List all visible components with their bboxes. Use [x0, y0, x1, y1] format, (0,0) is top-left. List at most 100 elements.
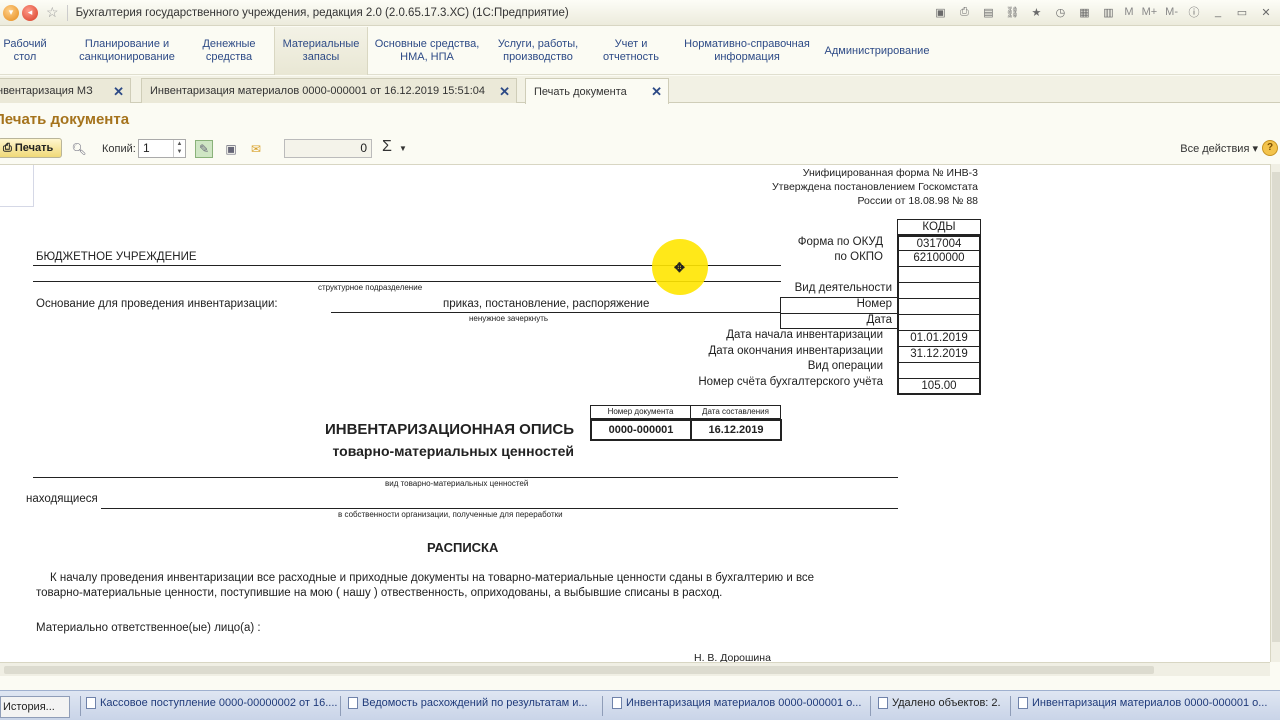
history-button[interactable]: История...	[0, 696, 70, 718]
activity-value	[897, 283, 981, 299]
tab-inventory-document[interactable]: Инвентаризация материалов 0000-000001 от…	[141, 78, 517, 103]
memory-minus-button[interactable]: M-	[1165, 6, 1178, 18]
receipt-title: РАСПИСКА	[427, 540, 499, 555]
document-title: ИНВЕНТАРИЗАЦИОННАЯ ОПИСЬ	[324, 421, 574, 438]
taskbar-separator	[1010, 696, 1011, 716]
favorites-icon[interactable]: ★	[1028, 4, 1044, 20]
favorites-star-icon[interactable]: ☆	[46, 4, 59, 21]
tab-label: нвентаризация МЗ	[0, 85, 93, 97]
close-tab-icon[interactable]: ✕	[651, 84, 662, 100]
document-icon	[1018, 697, 1028, 709]
account-value: 105.00	[897, 379, 981, 395]
section-fixed-assets[interactable]: Основные средства, НМА, НПА	[372, 27, 482, 75]
tab-label: Печать документа	[534, 85, 627, 98]
save-icon[interactable]: ▣	[932, 4, 948, 20]
link-icon[interactable]: ⛓	[1004, 4, 1020, 20]
copies-spinner[interactable]: ▲ ▼	[173, 140, 185, 157]
docnum-value: 0000-000001	[590, 419, 692, 441]
chevron-down-icon[interactable]: ▼	[399, 144, 407, 153]
email-icon[interactable]: ✉	[247, 140, 265, 158]
print-document: Унифицированная форма № ИНВ-3 Утверждена…	[0, 164, 1270, 662]
taskbar-item[interactable]: Ведомость расхождений по результатам и..…	[348, 697, 588, 709]
all-actions-menu[interactable]: Все действия ▾	[1180, 142, 1258, 155]
date-value	[897, 315, 981, 331]
section-desktop[interactable]: Рабочий стол	[0, 27, 50, 75]
info-document-icon	[878, 697, 888, 709]
section-reference[interactable]: Нормативно-справочная информация	[680, 27, 814, 75]
close-tab-icon[interactable]: ✕	[499, 84, 510, 100]
activity-label: Вид деятельности	[794, 282, 892, 294]
history-icon[interactable]: ◷	[1052, 4, 1068, 20]
cross-out-caption: ненужное зачеркнуть	[469, 314, 549, 323]
print-toolbar: ⎙ Печать 🔍︎ Копий: 1 ▲ ▼ ✎ ▣ ✉ 0 Σ ▼ Все …	[0, 136, 1280, 162]
end-date-value: 31.12.2019	[897, 347, 981, 363]
save-file-icon[interactable]: ▣	[222, 140, 240, 158]
section-services[interactable]: Услуги, работы, производство	[490, 27, 586, 75]
calculator-icon[interactable]: ▦	[1076, 4, 1092, 20]
home-icon[interactable]: ◂	[22, 4, 38, 21]
organization-name: БЮДЖЕТНОЕ УЧРЕЖДЕНИЕ	[36, 251, 197, 263]
number-label: Номер	[856, 298, 892, 310]
copies-input[interactable]: 1 ▲ ▼	[138, 139, 186, 158]
section-accounting[interactable]: Учет и отчетность	[596, 27, 666, 75]
info-icon[interactable]: ⓘ	[1186, 4, 1202, 20]
horizontal-scrollbar[interactable]	[0, 662, 1270, 676]
preview-icon[interactable]: ▤	[980, 4, 996, 20]
account-label: Номер счёта бухгалтерского учёта	[698, 376, 883, 388]
sections-panel: Рабочий стол Планирование и санкциониров…	[0, 27, 1280, 75]
calendar-icon[interactable]: ▥	[1100, 4, 1116, 20]
section-inventory[interactable]: Материальные запасы	[274, 27, 368, 75]
kind-caption: вид товарно-материальных ценностей	[385, 479, 529, 488]
operation-value	[897, 363, 981, 379]
vertical-scroll-thumb[interactable]	[1272, 172, 1280, 642]
tab-inventory-mz[interactable]: нвентаризация МЗ ✕	[0, 78, 131, 103]
edit-toggle-icon[interactable]: ✎	[195, 140, 213, 158]
move-cursor-icon: ✥	[674, 260, 685, 275]
responsible-label: Материально ответственное(ые) лицо(а) :	[36, 622, 261, 634]
located-underline	[101, 508, 898, 509]
basis-label: Основание для проведения инвентаризации:	[36, 298, 278, 310]
taskbar-item-label: Инвентаризация материалов 0000-000001 о.…	[1032, 697, 1268, 709]
okud-value: 0317004	[897, 235, 981, 251]
close-icon[interactable]: ✕	[1258, 4, 1274, 20]
taskbar-item[interactable]: Удалено объектов: 2.	[878, 697, 1001, 709]
vertical-scrollbar[interactable]	[1270, 164, 1280, 662]
title-bar-tools: ▣ ⎙ ▤ ⛓ ★ ◷ ▦ ▥ M M+ M- ⓘ _ ▭ ✕	[932, 4, 1274, 20]
help-icon[interactable]: ?	[1262, 140, 1278, 156]
preview-icon[interactable]: 🔍︎	[70, 140, 88, 158]
form-line-3: России от 18.08.98 № 88	[857, 195, 978, 207]
sum-field[interactable]: 0	[284, 139, 372, 158]
memory-plus-button[interactable]: M+	[1142, 6, 1158, 18]
main-menu-icon[interactable]: ▾	[3, 4, 19, 21]
maximize-icon[interactable]: ▭	[1234, 4, 1250, 20]
division-caption: структурное подразделение	[318, 283, 423, 292]
horizontal-scroll-thumb[interactable]	[4, 666, 1154, 674]
docdate-header: Дата составления	[690, 405, 781, 419]
docnum-header: Номер документа	[590, 405, 691, 419]
basis-underline	[331, 312, 780, 313]
okud-label: Форма по ОКУД	[797, 236, 883, 248]
printer-icon: ⎙	[3, 141, 12, 154]
section-administration[interactable]: Администрирование	[822, 27, 932, 75]
title-separator	[66, 4, 68, 21]
taskbar-separator	[870, 696, 871, 716]
taskbar-item[interactable]: Инвентаризация материалов 0000-000001 о.…	[1018, 697, 1267, 709]
section-cash[interactable]: Денежные средства	[196, 27, 262, 75]
all-actions-label: Все действия	[1180, 143, 1250, 155]
taskbar-item[interactable]: Кассовое поступление 0000-00000002 от 16…	[86, 697, 337, 709]
window-title: Бухгалтерия государственного учреждения,…	[75, 6, 569, 19]
sum-icon[interactable]: Σ	[382, 138, 392, 156]
memory-button[interactable]: M	[1124, 6, 1133, 18]
tab-print-document[interactable]: Печать документа ✕	[525, 78, 669, 104]
minimize-icon[interactable]: _	[1210, 4, 1226, 20]
tab-label: Инвентаризация материалов 0000-000001 от…	[150, 85, 486, 97]
page-title: Печать документа	[0, 111, 130, 128]
taskbar-item[interactable]: Инвентаризация материалов 0000-000001 о.…	[612, 697, 861, 709]
section-planning[interactable]: Планирование и санкционирование	[70, 27, 184, 75]
close-tab-icon[interactable]: ✕	[113, 84, 124, 100]
copies-value: 1	[143, 141, 150, 155]
print-icon[interactable]: ⎙	[956, 4, 972, 20]
print-button[interactable]: ⎙ Печать	[0, 138, 62, 158]
print-label: Печать	[14, 142, 54, 154]
operation-label: Вид операции	[807, 360, 883, 372]
